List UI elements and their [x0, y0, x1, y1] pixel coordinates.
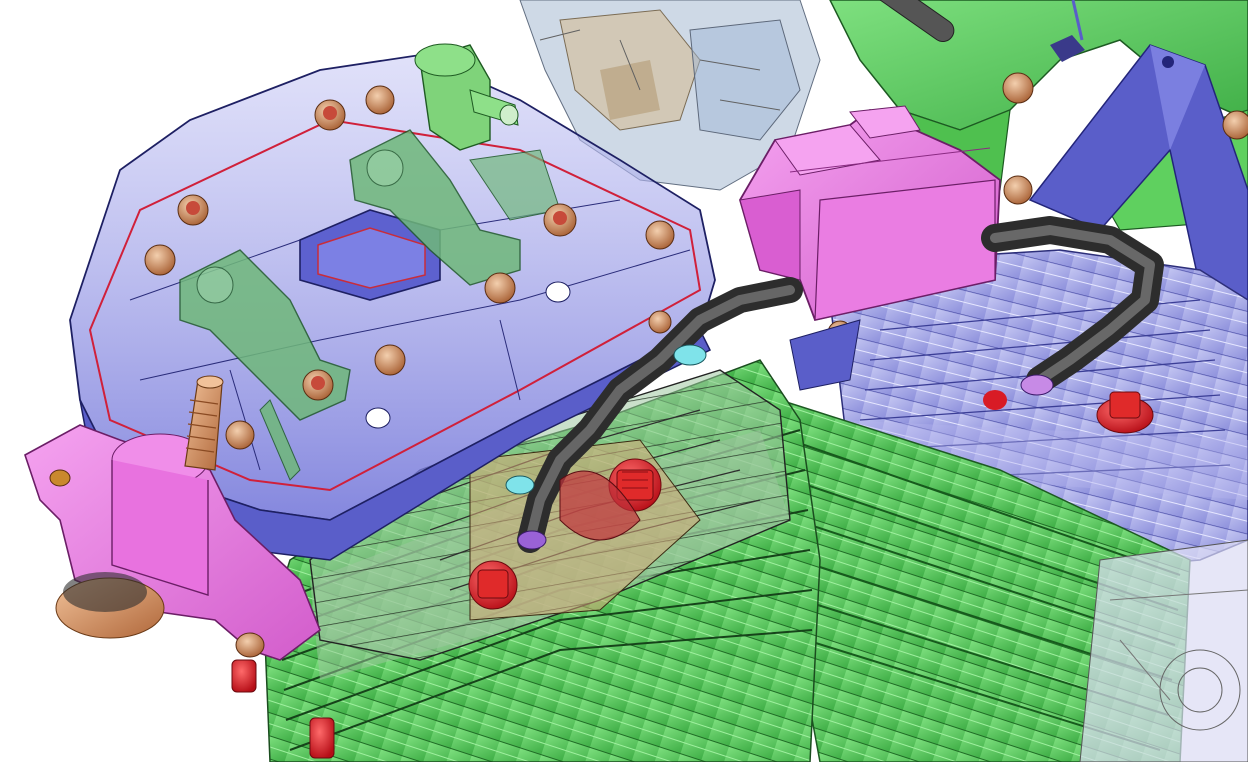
bolt-6 [484, 272, 516, 304]
cad-3d-viewport[interactable] [0, 0, 1248, 762]
bolt-9 [302, 369, 334, 401]
spark-plug-front-lower [468, 560, 518, 610]
bolt-8 [374, 344, 406, 376]
bolt-5 [543, 203, 577, 237]
bolt-3 [177, 194, 209, 226]
bolt-1 [314, 99, 346, 131]
bolt-2 [365, 85, 395, 115]
bolt-10 [225, 420, 255, 450]
bolt-15 [648, 310, 672, 334]
bolt-11 [1002, 72, 1034, 104]
bolt-4 [144, 244, 176, 276]
engine-assembly-render [24, 0, 1248, 762]
crankcase-ghost [1079, 539, 1248, 762]
bolt-12 [1003, 175, 1033, 205]
bolt-13 [1222, 110, 1248, 140]
bolt-7 [645, 220, 675, 250]
